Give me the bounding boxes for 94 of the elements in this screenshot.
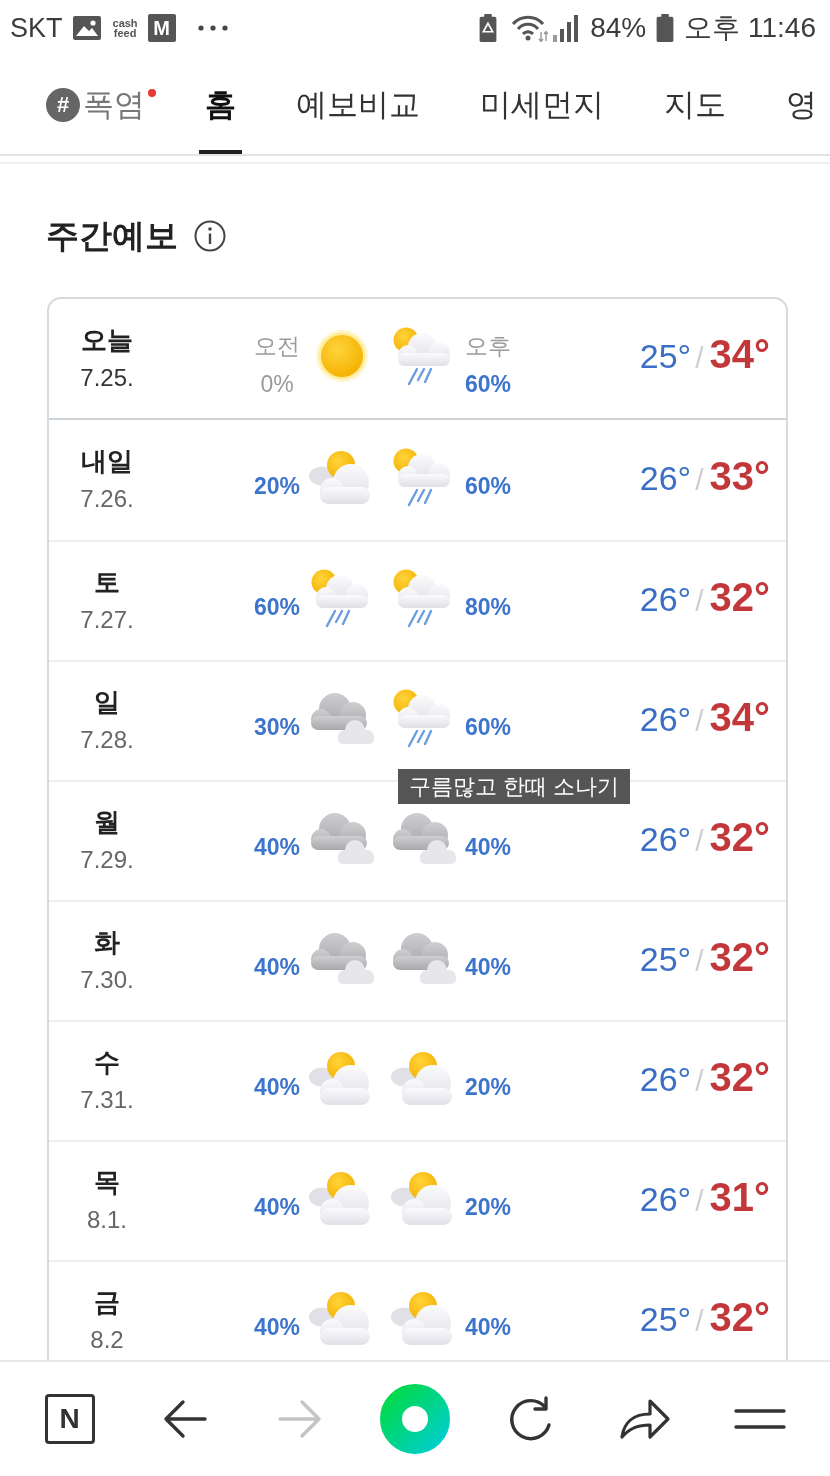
app-icon: M [147,14,176,42]
day-name: 오늘 [81,323,133,356]
period-label: 오후 [465,331,511,361]
high-temp: 32° [709,1294,770,1340]
temp-separator: / [695,1183,704,1218]
day-name: 일 [94,686,120,718]
rain-chance: 80% [465,593,512,622]
share-icon [619,1397,672,1441]
high-temp: 31° [709,1174,770,1220]
date-text: 7.27. [80,605,134,635]
temp-separator: / [695,823,704,858]
day-name: 토 [94,566,120,598]
day-name: 월 [94,806,120,838]
day-name: 수 [94,1046,120,1078]
more-dots-icon [197,25,228,31]
date-text: 7.26. [80,484,134,514]
carrier-name: SKT [10,12,63,44]
home-button[interactable]: N [44,1394,95,1444]
rain-chance: 40% [465,1313,512,1342]
high-temp: 34° [709,694,770,740]
date-text: 8.1. [87,1205,127,1235]
day-name: 목 [94,1166,120,1198]
back-button[interactable] [162,1399,207,1439]
low-temp: 26° [639,1059,692,1099]
rain-chance: 40% [253,953,300,982]
nav-tab[interactable]: 지도 [658,56,732,154]
high-temp: 32° [709,1054,770,1100]
temp-separator: / [695,1063,704,1098]
temp-separator: / [695,703,704,738]
high-temp: 34° [709,332,770,377]
rain-chance: 40% [465,953,512,982]
menu-icon [734,1408,787,1430]
rain-chance: 20% [253,472,300,501]
rain-chance: 0% [260,369,294,399]
hashtag-mark: # [46,88,80,122]
date-text: 7.29. [80,845,134,875]
low-temp: 25° [639,1299,692,1339]
rain-chance: 60% [465,713,512,742]
date-text: 7.28. [80,725,134,755]
forward-arrow-icon [277,1399,322,1439]
low-temp: 26° [639,699,692,739]
low-temp: 26° [639,458,692,498]
rain-chance: 40% [253,1073,300,1102]
high-temp: 32° [709,934,770,980]
day-name: 화 [94,926,120,958]
battery-percent: 84% [590,12,647,44]
weather-tooltip: 구름많고 한때 소나기 [398,769,631,804]
high-temp: 32° [709,814,770,860]
date-text: 7.25. [80,362,134,393]
rain-chance: 40% [465,833,512,862]
low-temp: 26° [639,579,692,619]
clock-time: 오후 11:46 [684,11,816,45]
image-icon [72,16,101,40]
rain-chance: 40% [253,833,300,862]
section-title: 주간예보 [46,216,178,256]
battery-icon [656,14,675,42]
menu-button[interactable] [734,1408,787,1430]
nav-tab[interactable]: # 폭염 [40,56,159,154]
date-text: 8.2 [90,1325,124,1355]
rain-chance: 40% [253,1313,300,1342]
date-text: 7.30. [80,965,134,995]
back-arrow-icon [162,1399,207,1439]
nav-tab[interactable]: 예보비교 [290,56,426,154]
temp-separator: / [695,943,704,978]
low-temp: 25° [639,337,692,376]
rain-chance: 60% [465,472,512,501]
temp-separator: / [695,462,704,497]
share-button[interactable] [619,1397,672,1441]
rain-chance: 20% [465,1073,512,1102]
day-name: 금 [94,1286,120,1318]
battery-saver-icon [478,14,499,42]
ring-icon [380,1384,450,1454]
rain-chance: 60% [253,593,300,622]
nav-tab[interactable]: 홈 [199,56,242,154]
day-name: 내일 [81,445,133,477]
cashfeed-logo: cash feed [112,18,138,38]
rain-chance: 60% [465,369,512,399]
high-temp: 32° [709,574,770,620]
rain-chance: 40% [253,1193,300,1222]
low-temp: 25° [639,939,692,979]
low-temp: 26° [639,1179,692,1219]
date-text: 7.31. [80,1085,134,1115]
nav-tab[interactable]: 영 [780,56,817,154]
temp-separator: / [695,1303,704,1338]
period-label: 오전 [254,331,300,361]
info-icon[interactable] [194,220,226,252]
temp-separator: / [695,341,704,375]
rain-chance: 20% [465,1193,512,1222]
wifi-icon [512,14,549,42]
low-temp: 26° [639,819,692,859]
nav-tab[interactable]: 미세먼지 [474,56,610,154]
temp-separator: / [695,583,704,618]
high-temp: 33° [709,453,770,499]
rain-chance: 30% [253,713,300,742]
